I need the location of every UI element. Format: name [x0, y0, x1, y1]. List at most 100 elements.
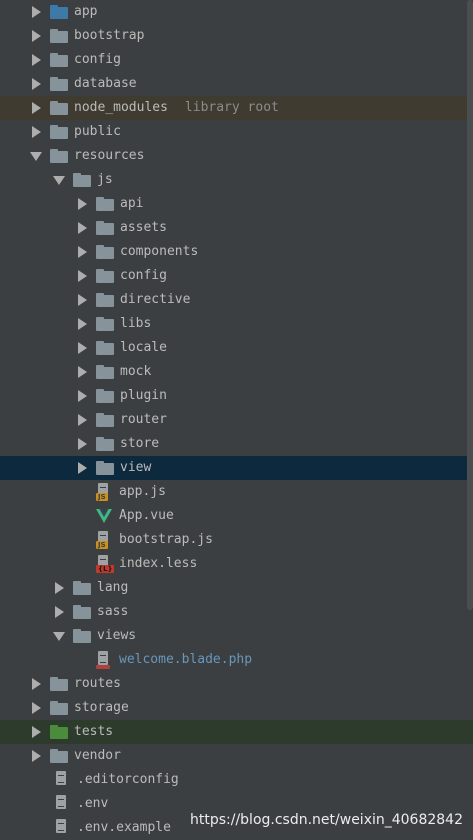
- tree-row-app[interactable]: app: [0, 0, 473, 24]
- tree-label: config: [120, 268, 167, 283]
- expand-arrow-icon[interactable]: [30, 24, 42, 48]
- expand-arrow-icon[interactable]: [76, 312, 88, 336]
- folder-icon: [50, 77, 68, 91]
- tree-row-index-less[interactable]: {L} index.less: [0, 552, 473, 576]
- folder-icon: [96, 365, 114, 379]
- expand-arrow-icon[interactable]: [30, 120, 42, 144]
- expand-arrow-icon[interactable]: [76, 264, 88, 288]
- folder-icon: [96, 245, 114, 259]
- expand-arrow-icon[interactable]: [76, 192, 88, 216]
- tree-label: bootstrap.js: [119, 532, 213, 547]
- expand-arrow-icon[interactable]: [30, 48, 42, 72]
- tree-row-public[interactable]: public: [0, 120, 473, 144]
- tree-row-locale[interactable]: locale: [0, 336, 473, 360]
- expand-arrow-icon[interactable]: [30, 96, 42, 120]
- folder-icon: [96, 293, 114, 307]
- tree-row-plugin[interactable]: plugin: [0, 384, 473, 408]
- tree-label: js: [97, 172, 113, 187]
- tree-label: routes: [74, 676, 121, 691]
- expand-arrow-icon[interactable]: [76, 216, 88, 240]
- tree-row-assets[interactable]: assets: [0, 216, 473, 240]
- folder-icon: [73, 605, 91, 619]
- project-tree: app bootstrap config database node_modul…: [0, 0, 473, 840]
- tree-label: vendor: [74, 748, 121, 763]
- tree-row-config[interactable]: config: [0, 48, 473, 72]
- expand-arrow-icon[interactable]: [76, 336, 88, 360]
- tree-row-resources[interactable]: resources: [0, 144, 473, 168]
- expand-arrow-icon[interactable]: [30, 744, 42, 768]
- folder-icon: [73, 581, 91, 595]
- tree-row-store[interactable]: store: [0, 432, 473, 456]
- folder-icon: [50, 53, 68, 67]
- tree-label: bootstrap: [74, 28, 145, 43]
- tree-row-sass[interactable]: sass: [0, 600, 473, 624]
- expand-arrow-icon[interactable]: [53, 600, 65, 624]
- expand-arrow-icon[interactable]: [76, 288, 88, 312]
- tree-row-storage[interactable]: storage: [0, 696, 473, 720]
- tree-row-libs[interactable]: libs: [0, 312, 473, 336]
- tree-label: libs: [120, 316, 152, 331]
- tree-label: router: [120, 412, 167, 427]
- tree-row-welcome-blade[interactable]: welcome.blade.php: [0, 648, 473, 672]
- folder-icon: [73, 173, 91, 187]
- tree-row-directive[interactable]: directive: [0, 288, 473, 312]
- tree-label: public: [74, 124, 121, 139]
- tree-label: app: [74, 4, 98, 19]
- tree-row-js[interactable]: js: [0, 168, 473, 192]
- tree-row-lang[interactable]: lang: [0, 576, 473, 600]
- text-file-icon: [54, 819, 70, 837]
- expand-arrow-icon[interactable]: [76, 384, 88, 408]
- collapse-arrow-icon[interactable]: [53, 168, 65, 192]
- tree-row-vendor[interactable]: vendor: [0, 744, 473, 768]
- library-root-hint: library root: [184, 100, 279, 115]
- tree-row-bootstrap-js[interactable]: JS bootstrap.js: [0, 528, 473, 552]
- tree-row-node-modules[interactable]: node_modules library root: [0, 96, 473, 120]
- tree-row-tests[interactable]: tests: [0, 720, 473, 744]
- folder-icon: [96, 413, 114, 427]
- expand-arrow-icon[interactable]: [76, 408, 88, 432]
- folder-icon: [50, 725, 68, 739]
- expand-arrow-icon[interactable]: [76, 432, 88, 456]
- tree-row-views[interactable]: views: [0, 624, 473, 648]
- tree-row-app-vue[interactable]: App.vue: [0, 504, 473, 528]
- vertical-scrollbar[interactable]: [467, 0, 473, 610]
- text-file-icon: [54, 795, 70, 813]
- tree-row-app-js[interactable]: JS app.js: [0, 480, 473, 504]
- folder-icon: [50, 5, 68, 19]
- tree-label: config: [74, 52, 121, 67]
- tree-row-components[interactable]: components: [0, 240, 473, 264]
- expand-arrow-icon[interactable]: [76, 240, 88, 264]
- tree-label: .env: [77, 796, 109, 811]
- tree-row-editorconfig[interactable]: .editorconfig: [0, 768, 473, 792]
- tree-row-database[interactable]: database: [0, 72, 473, 96]
- tree-label: locale: [120, 340, 167, 355]
- expand-arrow-icon[interactable]: [30, 672, 42, 696]
- tree-row-js-config[interactable]: config: [0, 264, 473, 288]
- tree-label: assets: [120, 220, 167, 235]
- expand-arrow-icon[interactable]: [30, 0, 42, 24]
- folder-icon: [50, 701, 68, 715]
- expand-arrow-icon[interactable]: [53, 576, 65, 600]
- folder-icon: [96, 269, 114, 283]
- collapse-arrow-icon[interactable]: [30, 144, 42, 168]
- tree-row-router[interactable]: router: [0, 408, 473, 432]
- folder-icon: [50, 101, 68, 115]
- tree-label: App.vue: [119, 508, 174, 523]
- expand-arrow-icon[interactable]: [30, 720, 42, 744]
- expand-arrow-icon[interactable]: [76, 456, 88, 480]
- expand-arrow-icon[interactable]: [30, 696, 42, 720]
- folder-icon: [96, 221, 114, 235]
- folder-icon: [50, 677, 68, 691]
- tree-row-bootstrap[interactable]: bootstrap: [0, 24, 473, 48]
- tree-row-routes[interactable]: routes: [0, 672, 473, 696]
- expand-arrow-icon[interactable]: [76, 360, 88, 384]
- expand-arrow-icon[interactable]: [30, 72, 42, 96]
- tree-row-mock[interactable]: mock: [0, 360, 473, 384]
- tree-row-api[interactable]: api: [0, 192, 473, 216]
- folder-icon: [96, 437, 114, 451]
- collapse-arrow-icon[interactable]: [53, 624, 65, 648]
- js-file-icon: JS: [96, 531, 112, 549]
- folder-icon: [73, 629, 91, 643]
- tree-row-view-selected[interactable]: view: [0, 456, 473, 480]
- folder-icon: [50, 149, 68, 163]
